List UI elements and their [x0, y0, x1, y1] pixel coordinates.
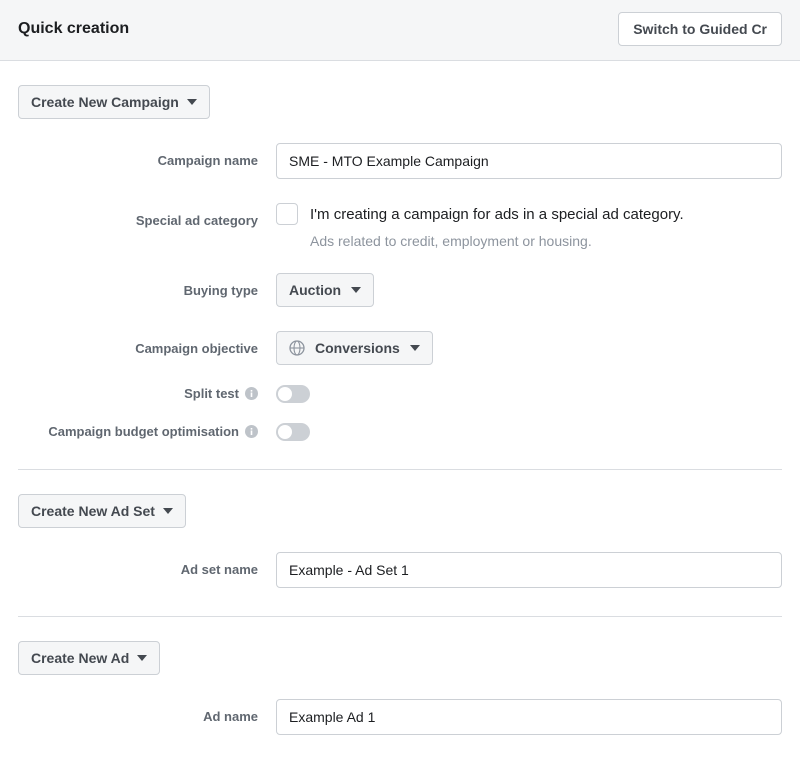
ad-name-label: Ad name — [203, 709, 258, 724]
buying-type-label: Buying type — [184, 283, 258, 298]
globe-icon — [289, 340, 305, 356]
split-test-toggle[interactable] — [276, 385, 310, 403]
budget-optimisation-toggle[interactable] — [276, 423, 310, 441]
buying-type-row: Buying type Auction — [18, 273, 782, 307]
header-bar: Quick creation Switch to Guided Cr — [0, 0, 800, 61]
special-ad-category-checkbox[interactable] — [276, 203, 298, 225]
buying-type-value: Auction — [289, 282, 341, 298]
caret-down-icon — [410, 345, 420, 351]
content-area: Create New Campaign Campaign name Specia… — [0, 61, 800, 765]
special-ad-category-label: Special ad category — [136, 213, 258, 228]
toggle-knob — [278, 387, 292, 401]
create-new-adset-dropdown[interactable]: Create New Ad Set — [18, 494, 186, 528]
info-icon[interactable] — [245, 387, 258, 400]
caret-down-icon — [137, 655, 147, 661]
split-test-row: Split test — [18, 383, 782, 403]
campaign-objective-row: Campaign objective Conversions — [18, 331, 782, 365]
special-ad-category-helper: Ads related to credit, employment or hou… — [310, 233, 782, 249]
toggle-knob — [278, 425, 292, 439]
campaign-name-row: Campaign name — [18, 143, 782, 179]
caret-down-icon — [163, 508, 173, 514]
caret-down-icon — [351, 287, 361, 293]
adset-name-row: Ad set name — [18, 552, 782, 588]
split-test-label: Split test — [184, 386, 258, 401]
adset-name-input[interactable] — [276, 552, 782, 588]
create-new-campaign-label: Create New Campaign — [31, 94, 179, 110]
ad-name-input[interactable] — [276, 699, 782, 735]
switch-to-guided-button[interactable]: Switch to Guided Cr — [618, 12, 782, 46]
create-new-ad-dropdown[interactable]: Create New Ad — [18, 641, 160, 675]
special-ad-category-row: Special ad category I'm creating a campa… — [18, 203, 782, 249]
campaign-objective-label: Campaign objective — [135, 341, 258, 356]
campaign-name-input[interactable] — [276, 143, 782, 179]
budget-optimisation-label: Campaign budget optimisation — [48, 424, 258, 439]
create-new-ad-label: Create New Ad — [31, 650, 129, 666]
campaign-objective-select[interactable]: Conversions — [276, 331, 433, 365]
campaign-section: Create New Campaign Campaign name Specia… — [18, 61, 782, 451]
page-title: Quick creation — [18, 20, 129, 38]
create-new-adset-label: Create New Ad Set — [31, 503, 155, 519]
special-ad-category-text: I'm creating a campaign for ads in a spe… — [310, 206, 684, 223]
budget-optimisation-row: Campaign budget optimisation — [18, 421, 782, 441]
caret-down-icon — [187, 99, 197, 105]
ad-section: Create New Ad Ad name — [18, 617, 782, 745]
buying-type-select[interactable]: Auction — [276, 273, 374, 307]
adset-name-label: Ad set name — [181, 562, 258, 577]
adset-section: Create New Ad Set Ad set name — [18, 470, 782, 598]
ad-name-row: Ad name — [18, 699, 782, 735]
campaign-name-label: Campaign name — [158, 153, 258, 168]
campaign-objective-value: Conversions — [315, 340, 400, 356]
info-icon[interactable] — [245, 425, 258, 438]
create-new-campaign-dropdown[interactable]: Create New Campaign — [18, 85, 210, 119]
